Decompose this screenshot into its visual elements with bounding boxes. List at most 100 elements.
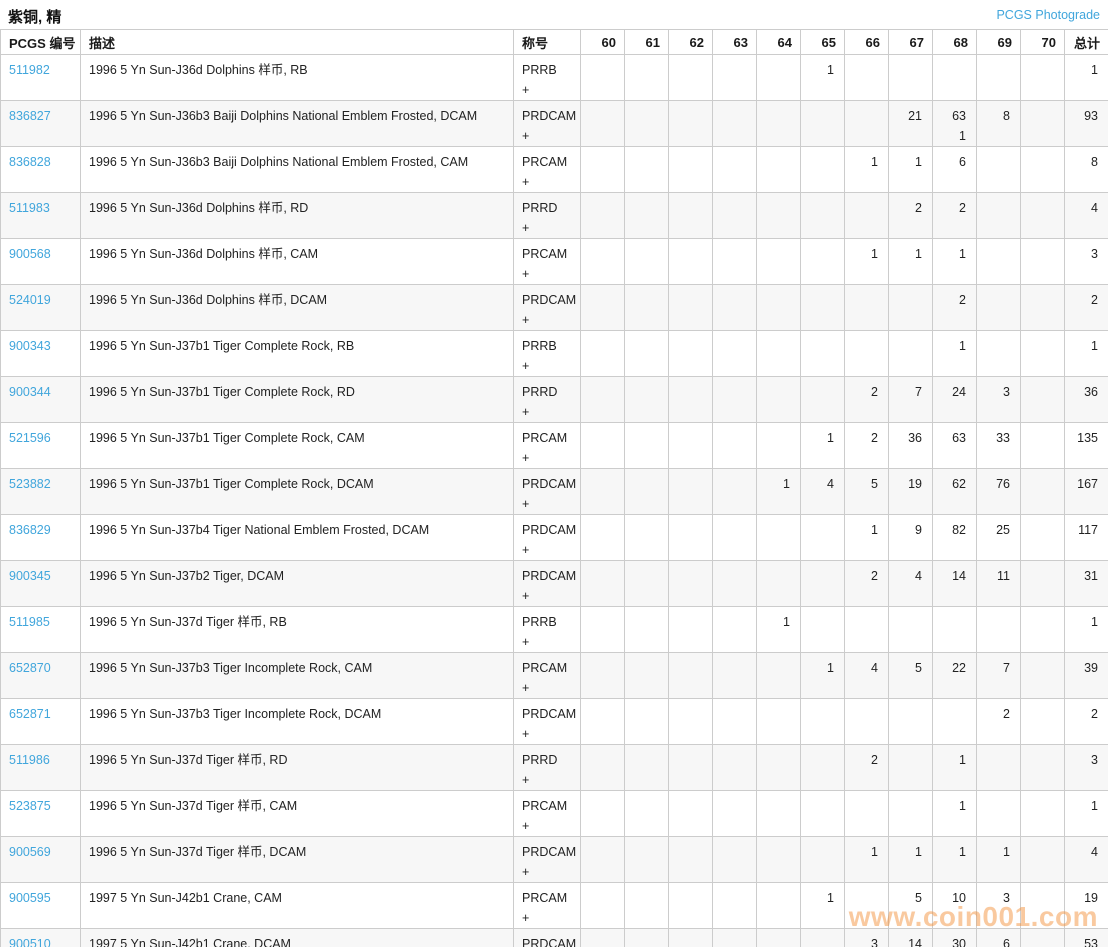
grade-count: 7 <box>977 658 1010 678</box>
pcgs-number-link[interactable]: 524019 <box>9 293 51 307</box>
designation-label: PRRB <box>522 612 580 632</box>
grade-67-count-cell: 7 <box>889 377 933 423</box>
grade-count: 8 <box>977 106 1010 126</box>
grade-65-count-cell <box>801 837 845 883</box>
designation-plus-label: + <box>522 678 580 698</box>
pcgs-number-link[interactable]: 900569 <box>9 845 51 859</box>
grade-67-count-cell: 1 <box>889 837 933 883</box>
designation-plus-label: + <box>522 816 580 836</box>
grade-count: 2 <box>933 290 966 310</box>
table-row: 6528701996 5 Yn Sun-J37b3 Tiger Incomple… <box>1 653 1108 699</box>
grade-65-count-cell: 1 <box>801 55 845 101</box>
pcgs-number-link[interactable]: 836827 <box>9 109 51 123</box>
grade-count: 1 <box>933 244 966 264</box>
designation-label: PRCAM <box>522 658 580 678</box>
grade-63-count-cell <box>713 561 757 607</box>
total-count-cell: 2 <box>1065 285 1108 331</box>
designation-plus-label: + <box>522 448 580 468</box>
description-cell: 1996 5 Yn Sun-J37b1 Tiger Complete Rock,… <box>81 377 514 423</box>
pcgs-number-link[interactable]: 523882 <box>9 477 51 491</box>
grade-60-count-cell <box>581 423 625 469</box>
grade-61-count-cell <box>625 883 669 929</box>
pcgs-number-link[interactable]: 511985 <box>9 615 50 629</box>
grade-66-count-cell: 1 <box>845 515 889 561</box>
grade-count: 6 <box>977 934 1010 947</box>
grade-65-count-cell <box>801 791 845 837</box>
grade-68-count-cell: 2 <box>933 193 977 239</box>
pcgs-photograde-link[interactable]: PCGS Photograde <box>996 8 1100 22</box>
grade-64-count-cell <box>757 699 801 745</box>
grade-count: 3 <box>977 888 1010 908</box>
grade-61-count-cell <box>625 193 669 239</box>
column-header-grade-64: 64 <box>757 30 801 55</box>
pcgs-number-link[interactable]: 900510 <box>9 937 51 947</box>
grade-64-count-cell <box>757 101 801 147</box>
grade-67-count-cell: 1 <box>889 239 933 285</box>
grade-68-count-cell: 1 <box>933 239 977 285</box>
grade-count: 1 <box>845 520 878 540</box>
grade-62-count-cell <box>669 837 713 883</box>
pcgs-number-cell: 511986 <box>1 745 81 791</box>
grade-count: 1 <box>801 888 834 908</box>
grade-68-count-cell: 10 <box>933 883 977 929</box>
grade-61-count-cell <box>625 607 669 653</box>
designation-plus-label: + <box>522 724 580 744</box>
grade-70-count-cell <box>1021 883 1065 929</box>
pcgs-number-link[interactable]: 900344 <box>9 385 51 399</box>
grade-60-count-cell <box>581 377 625 423</box>
grade-66-count-cell <box>845 883 889 929</box>
pcgs-number-link[interactable]: 523875 <box>9 799 51 813</box>
designation-plus-label: + <box>522 172 580 192</box>
designation-cell: PRCAM+ <box>514 653 581 699</box>
designation-label: PRCAM <box>522 888 580 908</box>
grade-62-count-cell <box>669 883 713 929</box>
pcgs-number-link[interactable]: 511986 <box>9 753 50 767</box>
grade-65-count-cell: 1 <box>801 423 845 469</box>
grade-61-count-cell <box>625 745 669 791</box>
grade-69-count-cell: 1 <box>977 837 1021 883</box>
grade-64-count-cell <box>757 745 801 791</box>
designation-cell: PRRB+ <box>514 331 581 377</box>
grade-69-count-cell <box>977 331 1021 377</box>
grade-61-count-cell <box>625 239 669 285</box>
grade-69-count-cell: 76 <box>977 469 1021 515</box>
grade-count: 1 <box>845 152 878 172</box>
pcgs-number-cell: 511982 <box>1 55 81 101</box>
grade-65-count-cell: 1 <box>801 883 845 929</box>
grade-63-count-cell <box>713 147 757 193</box>
pcgs-number-link[interactable]: 836828 <box>9 155 51 169</box>
pcgs-number-cell: 511985 <box>1 607 81 653</box>
grade-62-count-cell <box>669 791 713 837</box>
designation-cell: PRDCAM+ <box>514 285 581 331</box>
pcgs-number-link[interactable]: 900595 <box>9 891 51 905</box>
pcgs-number-link[interactable]: 900345 <box>9 569 51 583</box>
pcgs-number-link[interactable]: 511982 <box>9 63 50 77</box>
pcgs-number-link[interactable]: 900568 <box>9 247 51 261</box>
grade-count: 22 <box>933 658 966 678</box>
description-cell: 1996 5 Yn Sun-J36b3 Baiji Dolphins Natio… <box>81 147 514 193</box>
grade-count: 2 <box>977 704 1010 724</box>
column-header-grade-70: 70 <box>1021 30 1065 55</box>
designation-label: PRDCAM <box>522 842 580 862</box>
table-row: 5238821996 5 Yn Sun-J37b1 Tiger Complete… <box>1 469 1108 515</box>
grade-67-count-cell: 5 <box>889 653 933 699</box>
grade-count: 3 <box>977 382 1010 402</box>
grade-count: 1 <box>801 658 834 678</box>
grade-69-count-cell: 3 <box>977 883 1021 929</box>
grade-count: 1 <box>933 336 966 356</box>
pcgs-number-link[interactable]: 521596 <box>9 431 51 445</box>
description-cell: 1996 5 Yn Sun-J37d Tiger 样币, RB <box>81 607 514 653</box>
pcgs-number-cell: 523875 <box>1 791 81 837</box>
table-row: 5238751996 5 Yn Sun-J37d Tiger 样币, CAMPR… <box>1 791 1108 837</box>
grade-count: 11 <box>977 566 1010 586</box>
pcgs-number-link[interactable]: 652871 <box>9 707 51 721</box>
pcgs-number-link[interactable]: 900343 <box>9 339 51 353</box>
grade-count: 5 <box>889 888 922 908</box>
pcgs-number-link[interactable]: 511983 <box>9 201 50 215</box>
table-row: 900344 1996 5 Yn Sun-J37b1 Tiger Complete… <box>1 377 1108 423</box>
pcgs-number-link[interactable]: 836829 <box>9 523 51 537</box>
pcgs-number-link[interactable]: 652870 <box>9 661 51 675</box>
total-count-cell: 135 <box>1065 423 1108 469</box>
grade-count: 3 <box>845 934 878 947</box>
designation-cell: PRDCAM+ <box>514 837 581 883</box>
